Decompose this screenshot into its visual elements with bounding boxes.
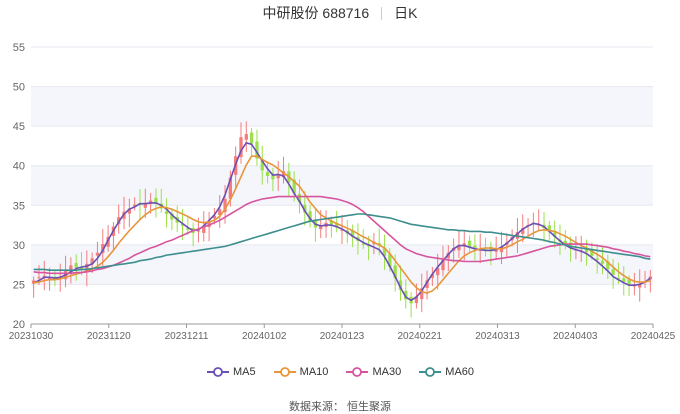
legend-marker-ma60 [419, 367, 442, 377]
x-tick-label: 20240403 [553, 331, 598, 342]
legend-label: MA10 [299, 366, 329, 378]
legend: MA5 MA10 MA30 MA60 [0, 366, 680, 378]
y-tick-label: 40 [13, 161, 25, 173]
x-axis: 20231030 20231120 20231211 20240102 20240123… [9, 323, 676, 342]
candlestick-chart: 20 25 30 35 40 45 50 55 20231030 20231120 2023121… [9, 42, 676, 342]
y-tick-label: 30 [13, 240, 25, 252]
y-axis: 20 25 30 35 40 45 50 55 [13, 42, 25, 331]
candle-body [95, 252, 100, 256]
legend-label: MA5 [232, 366, 256, 378]
legend-label: MA60 [445, 366, 475, 378]
candle-body [611, 269, 615, 275]
legend-item-ma30[interactable]: MA30 [345, 366, 401, 378]
legend-item-ma10[interactable]: MA10 [273, 366, 329, 378]
x-tick-label: 20240425 [631, 331, 676, 342]
data-source: 数据来源： 恒生聚源 [288, 401, 392, 413]
x-tick-label: 20240313 [475, 331, 520, 342]
x-tick-label: 20240221 [398, 331, 443, 342]
y-tick-label: 50 [13, 82, 25, 94]
candles [32, 121, 652, 318]
candle-body [74, 263, 78, 268]
candle-body [600, 260, 605, 264]
x-tick-label: 20231030 [9, 331, 54, 342]
x-tick-label: 20240123 [320, 331, 365, 342]
candle-body [265, 172, 270, 177]
legend-label: MA30 [372, 366, 402, 378]
candle-body [37, 277, 41, 279]
legend-marker-ma5 [206, 367, 229, 377]
legend-item-ma5[interactable]: MA5 [206, 366, 256, 378]
x-tick-label: 20231211 [165, 331, 209, 342]
legend-marker-ma30 [346, 367, 369, 377]
y-tick-label: 25 [13, 279, 25, 291]
candle-body [244, 134, 248, 140]
candle-body [249, 132, 254, 144]
y-tick-label: 45 [13, 121, 25, 133]
y-tick-label: 35 [13, 200, 25, 212]
x-tick-label: 20240102 [242, 331, 287, 342]
legend-marker-ma10 [273, 367, 296, 377]
candle-body [164, 211, 169, 214]
y-tick-label: 20 [13, 319, 25, 331]
grid-band [31, 86, 653, 127]
legend-item-ma60[interactable]: MA60 [418, 366, 474, 378]
x-tick-label: 20231120 [87, 331, 131, 342]
y-tick-label: 55 [13, 42, 25, 54]
candle-body [467, 240, 472, 247]
